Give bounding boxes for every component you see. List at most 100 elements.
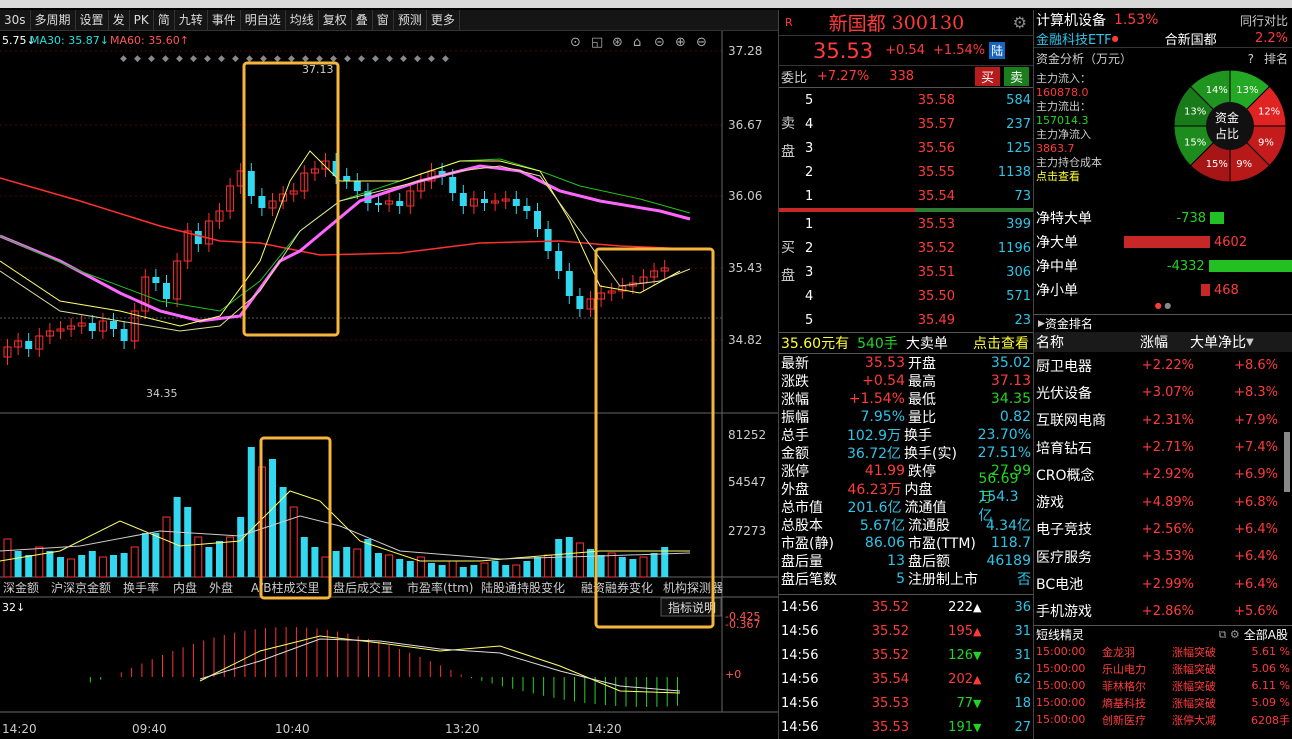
bid-level: 2 [805,240,814,256]
net-flow-bar [1210,212,1224,224]
rank-row[interactable]: 游戏 +4.89% +6.8% [1034,488,1292,515]
stat-value: 23.70% [977,427,1031,443]
toolbar-item-2[interactable]: 设置 [76,10,109,30]
col-name[interactable]: 名称 [1036,332,1136,352]
col-net[interactable]: 大单净比 [1190,332,1246,352]
etf-name[interactable]: 金融科技ETF [1036,29,1112,48]
chart-tool-icon[interactable]: ⊙ [570,35,581,50]
indicator-tab[interactable]: 深金额 [3,580,39,595]
stat-value: 37.13 [990,373,1031,389]
peer-compare-link[interactable]: 同行对比 [1240,12,1288,29]
short-value: 6.11 % [1251,679,1290,692]
bid-row: 2 35.52 1196 [805,236,1033,260]
pie-label: 9% [1236,159,1252,170]
indicator-tab[interactable]: 沪深京金额 [51,580,111,595]
toolbar-item-5[interactable]: 简 [154,10,175,30]
chart-tool-icon[interactable]: ⊕ [675,35,686,50]
rank-name: 医疗服务 [1036,549,1092,566]
stat-value: 13 [887,553,905,569]
indicator-tab[interactable]: 融资融券变化 [581,580,653,595]
help-icon[interactable]: ? [1248,52,1254,66]
rank-row[interactable]: 互联网电商 +2.31% +7.9% [1034,407,1292,434]
stat-row: 最新 35.53 开盘 35.02 [779,354,1033,372]
cost-link[interactable]: 点击查看 [1036,170,1102,184]
short-row[interactable]: 15:00:00 乐山电力 涨幅突破 5.06 % [1034,660,1292,677]
toolbar-item-4[interactable]: PK [130,10,154,30]
stat-label: 最新 [781,356,809,372]
inflow-label: 主力流入： [1036,72,1091,85]
gear-icon[interactable]: ⚙ [1013,13,1027,32]
net-flow-label: 净小单 [1036,283,1078,299]
rank-row[interactable]: 手机游戏 +2.86% +5.6% [1034,598,1292,625]
price-axis-label: 37.28 [728,44,762,58]
chart-tool-icon[interactable]: ⊝ [654,35,665,50]
stat-value: 7.95% [860,409,905,425]
chart-tool-icon[interactable]: ◱ [591,35,603,50]
toolbar-item-8[interactable]: 明自选 [241,10,286,30]
indicator-tab[interactable]: 内盘 [173,580,197,595]
tick-row: 14:56 35.54 202 ▲ 62 [779,667,1033,691]
rank-row[interactable]: CRO概念 +2.92% +6.9% [1034,461,1292,488]
toolbar-item-6[interactable]: 九转 [175,10,208,30]
rank-row[interactable]: 厨卫电器 +2.22% +8.6% [1034,352,1292,379]
toolbar-item-1[interactable]: 多周期 [31,10,76,30]
rank-link[interactable]: 排名 [1264,52,1288,66]
stat-value: 102.9万 [846,428,902,444]
short-row[interactable]: 15:00:00 金龙羽 涨幅突破 5.61 % [1034,643,1292,660]
toolbar-item-7[interactable]: 事件 [208,10,241,30]
rank-net: +6.4% [1234,576,1278,592]
rank-name: CRO概念 [1036,467,1095,484]
indicator-tab[interactable]: 外盘 [209,580,233,595]
rank-name: 互联网电商 [1036,413,1106,430]
toolbar-item-13[interactable]: 预测 [394,10,427,30]
col-pct[interactable]: 涨幅 [1140,332,1168,352]
rank-net: +6.8% [1234,494,1278,510]
stat-row: 金额 36.72亿 换手(实) 27.51% [779,444,1033,462]
stat-value: 35.53 [864,355,905,371]
rank-row[interactable]: 培育钻石 +2.71% +7.4% [1034,434,1292,461]
indicator-help-button[interactable]: 指标说明 [668,600,716,615]
chart-tool-icon[interactable]: ⊛ [612,35,623,50]
short-time: 15:00:00 [1036,662,1086,675]
indicator-tab[interactable]: 换手率 [123,580,159,595]
toolbar-item-3[interactable]: 发 [109,10,130,30]
toolbar-item-9[interactable]: 均线 [286,10,319,30]
chart-tool-icon[interactable]: ⊖ [696,35,707,50]
short-value: 5.09 % [1251,696,1290,709]
ask-volume: 237 [1006,116,1031,132]
net-flow-label: 净特大单 [1036,211,1092,227]
indicator-tab[interactable]: 陆股通持股变化 [481,580,565,595]
rank-row[interactable]: 光伏设备 +3.07% +8.3% [1034,379,1292,406]
indicator-tab[interactable]: 盘后成交量 [333,580,393,595]
short-row[interactable]: 15:00:00 菲林格尔 涨幅突破 6.11 % [1034,677,1292,694]
volume-axis-label: 81252 [728,428,766,442]
ask-row: 1 35.54 73 [805,184,1033,208]
buy-button[interactable]: 买 [974,67,1000,86]
short-event: 涨幅突破 [1172,662,1216,676]
quote-panel: R 新国都 300130 ⚙ 35.53 +0.54 +1.54% 陆 委比 +… [778,10,1033,739]
bigorder-view-link[interactable]: 点击查看 [973,333,1029,353]
sell-button[interactable]: 卖 [1003,67,1029,86]
stat-label: 最高 [908,374,936,390]
short-row[interactable]: 15:00:00 熵基科技 涨幅突破 5.09 % [1034,694,1292,711]
top-menu-strip [0,0,1292,8]
rank-row[interactable]: 电子竞技 +2.56% +6.4% [1034,516,1292,543]
toolbar-item-14[interactable]: 更多 [427,10,460,30]
toolbar-item-12[interactable]: 窗 [373,10,394,30]
net-flow-bar [1208,260,1292,272]
short-row[interactable]: 15:00:00 创新医疗 涨停大减 6208手 [1034,711,1292,728]
toolbar-item-11[interactable]: 叠 [352,10,373,30]
toolbar-item-0[interactable]: 30s [0,10,31,30]
rank-row[interactable]: 医疗服务 +3.53% +6.4% [1034,543,1292,570]
chart-tool-icon[interactable]: ⌂ [633,35,641,50]
rank-pct: +4.89% [1141,494,1194,510]
ask-price: 35.54 [917,188,955,204]
toolbar-item-10[interactable]: 复权 [319,10,352,30]
indicator-tab[interactable]: 市盈率(ttm) [407,580,473,595]
kline-chart[interactable]: 5.75↓MA30: 35.87↓ MA60: 35.60↑◆ ◆ ◆ ◆ ◆ ◆ ◆ ◆ ◆ ◆ ◆… [0,31,778,739]
short-filter[interactable]: 全部A股 [1244,626,1288,643]
rank-scrollbar[interactable] [1284,432,1290,492]
rank-row[interactable]: BC电池 +2.99% +6.4% [1034,570,1292,597]
sector-name[interactable]: 计算机设备 [1036,10,1106,30]
bid-book: 买盘 1 35.53 399 2 35.52 1196 3 35.51 306 4 35.50 571 5… [779,212,1033,332]
